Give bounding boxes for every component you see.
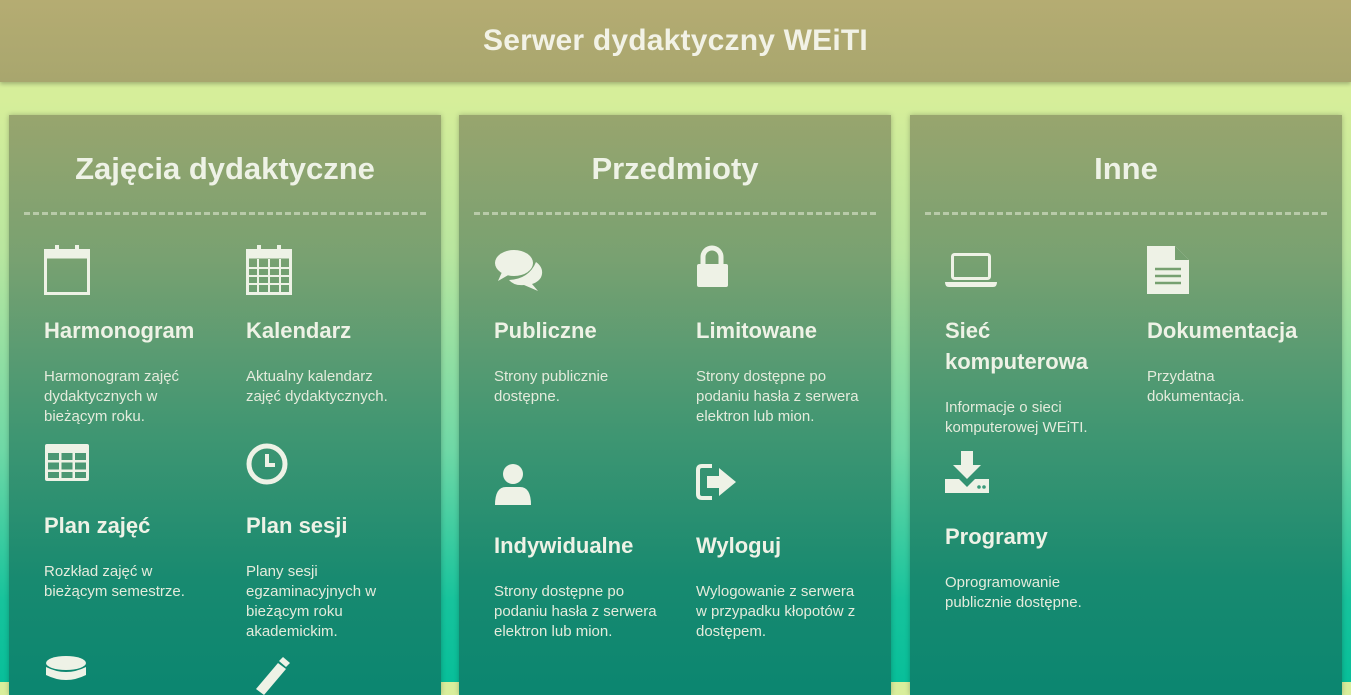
item-title[interactable]: Limitowane: [696, 315, 871, 346]
item-title[interactable]: Plan sesji: [246, 510, 421, 541]
item-desc: Harmonogram zajęć dydaktycznych w bieżąc…: [44, 368, 180, 425]
item-desc: Informacje o sieci komputerowej WEiTI.: [945, 399, 1088, 436]
panel-title: Inne: [1094, 151, 1158, 186]
panel-title: Przedmioty: [591, 151, 759, 186]
item-title[interactable]: Sieć komputerowa: [945, 315, 1120, 377]
pencil-icon: [246, 655, 298, 695]
item-desc: Oprogramowanie publicznie dostępne.: [945, 574, 1082, 611]
document-icon: [1147, 245, 1199, 297]
download-icon: [945, 451, 997, 503]
item-title[interactable]: Wyloguj: [696, 530, 871, 561]
item-title[interactable]: Harmonogram: [44, 315, 219, 346]
clock-icon: [246, 443, 298, 495]
table-icon: [44, 443, 96, 495]
database-icon: [44, 655, 96, 695]
calendar-grid-icon: [246, 245, 298, 297]
item-title[interactable]: Programy: [945, 521, 1120, 552]
panel-inne: Inne Sieć komputerowa Informacje o sieci…: [910, 115, 1342, 695]
page-header: Serwer dydaktyczny WEiTI: [0, 0, 1351, 82]
panel-title: Zajęcia dydaktyczne: [75, 151, 375, 186]
lock-icon: [696, 245, 748, 297]
item-title[interactable]: Plan zajęć: [44, 510, 219, 541]
item-desc: Rozkład zajęć w bieżącym semestrze.: [44, 563, 185, 600]
sign-out-icon: [696, 463, 748, 515]
item-title[interactable]: Publiczne: [494, 315, 669, 346]
item-title[interactable]: Dokumentacja: [1147, 315, 1322, 346]
item-desc: Wylogowanie z serwera w przypadku kłopot…: [696, 583, 856, 640]
divider: [925, 212, 1327, 215]
item-desc: Przydatna dokumentacja.: [1147, 368, 1245, 405]
item-desc: Strony dostępne po podaniu hasła z serwe…: [696, 368, 859, 425]
divider: [474, 212, 876, 215]
item-desc: Aktualny kalendarz zajęć dydaktycznych.: [246, 368, 388, 405]
laptop-icon: [945, 245, 997, 297]
item-title[interactable]: Indywidualne: [494, 530, 669, 561]
comments-icon: [494, 245, 546, 297]
item-title[interactable]: Kalendarz: [246, 315, 421, 346]
item-desc: Plany sesji egzaminacyjnych w bieżącym r…: [246, 563, 377, 640]
user-icon: [494, 463, 546, 515]
panel-zajecia: Zajęcia dydaktyczne Harmonogram Harmonog…: [9, 115, 441, 695]
item-desc: Strony dostępne po podaniu hasła z serwe…: [494, 583, 657, 640]
panel-przedmioty: Przedmioty Publiczne Strony publicznie d…: [459, 115, 891, 695]
item-desc: Strony publicznie dostępne.: [494, 368, 609, 405]
divider: [24, 212, 426, 215]
page-title: Serwer dydaktyczny WEiTI: [483, 24, 868, 57]
calendar-empty-icon: [44, 245, 96, 297]
